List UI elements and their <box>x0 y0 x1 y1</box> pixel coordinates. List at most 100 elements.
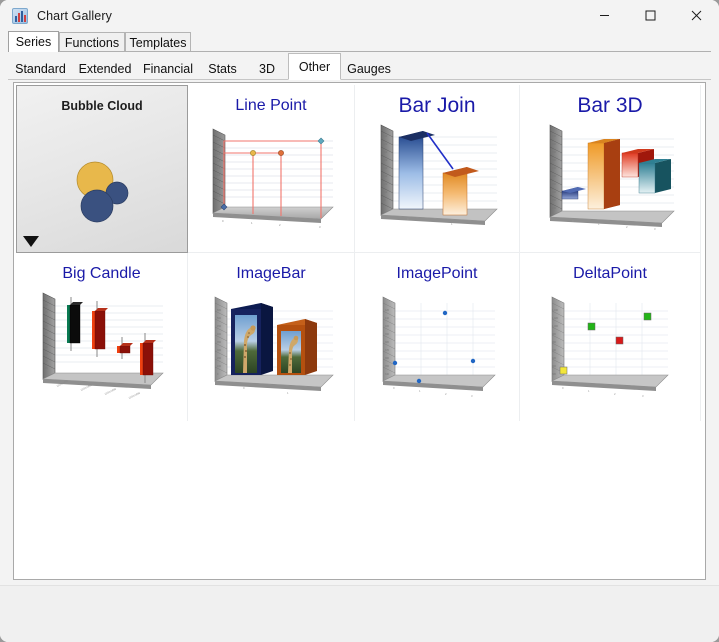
gallery-panel[interactable]: Bubble Cloud Line Point 1.21 1.20 1.19 1… <box>13 82 706 580</box>
gallery-item-title: Bar Join <box>398 94 476 117</box>
svg-text:450: 450 <box>552 167 557 170</box>
svg-text:900: 900 <box>552 365 557 368</box>
svg-text:420: 420 <box>385 309 390 312</box>
tab-3d[interactable]: 3D <box>246 58 288 80</box>
svg-text:500: 500 <box>552 159 557 162</box>
svg-text:360: 360 <box>385 357 390 360</box>
thumbnail-image-point: 420 410 400 390 380 370 360 350 340 0 1 2 3 <box>355 285 519 417</box>
tab-gauges[interactable]: Gauges <box>341 58 397 80</box>
gallery-item-bubble-cloud[interactable]: Bubble Cloud <box>16 85 188 253</box>
svg-text:200: 200 <box>217 357 222 360</box>
svg-text:1,020: 1,020 <box>552 317 559 320</box>
close-button[interactable] <box>673 0 719 31</box>
window-title: Chart Gallery <box>37 8 112 23</box>
svg-text:300: 300 <box>217 349 222 352</box>
footer-bar: 3D Smooth Opera OK Cancel <box>0 585 719 642</box>
svg-text:2: 2 <box>279 223 281 227</box>
tab-templates-label: Templates <box>129 35 187 50</box>
tab-financial[interactable]: Financial <box>137 58 199 80</box>
svg-text:380: 380 <box>385 341 390 344</box>
secondary-tab-underline <box>8 79 711 80</box>
svg-text:920: 920 <box>552 357 557 360</box>
thumbnail-line-point: 1.21 1.20 1.19 1.18 1.17 1.16 1.15 1.14 1.13 0… <box>188 117 354 249</box>
thumbnail-bar-join: 240 220 200 180 160 140 120 100 80 01 <box>355 117 519 249</box>
tab-templates[interactable]: Templates <box>125 32 191 52</box>
svg-text:240: 240 <box>383 135 388 138</box>
svg-text:600: 600 <box>552 143 557 146</box>
minimize-button[interactable] <box>581 0 627 31</box>
svg-text:2: 2 <box>614 392 616 396</box>
gallery-item-title: Bar 3D <box>577 94 643 117</box>
svg-text:1: 1 <box>588 389 590 393</box>
gallery-item-bar-join[interactable]: Bar Join 240 220 200 180 160 140 120 100… <box>355 85 520 253</box>
svg-text:160: 160 <box>383 167 388 170</box>
svg-text:450: 450 <box>217 325 222 328</box>
svg-text:340: 340 <box>385 373 390 376</box>
svg-text:100: 100 <box>383 191 388 194</box>
gallery-item-bar-3d[interactable]: Bar 3D 650 600 550 500 450 400 350 300 2… <box>520 85 701 253</box>
window-controls <box>581 0 719 31</box>
gallery-item-big-candle[interactable]: Big Candle 90 85 80 75 70 65 60 55 50 45… <box>16 253 188 421</box>
svg-text:0: 0 <box>393 386 395 390</box>
gallery-item-title: Bubble Cloud <box>61 99 143 113</box>
tab-series[interactable]: Series <box>8 31 59 52</box>
tab-other[interactable]: Other <box>288 53 341 80</box>
tab-stats[interactable]: Stats <box>199 58 246 80</box>
svg-text:880: 880 <box>552 373 557 376</box>
svg-text:400: 400 <box>385 325 390 328</box>
svg-text:0: 0 <box>562 386 564 390</box>
thumbnail-delta-point: 1,040 1,020 1,000 980 960 940 920 900 880 0 1 2 3 <box>520 285 700 417</box>
svg-text:350: 350 <box>217 341 222 344</box>
svg-text:650: 650 <box>552 135 557 138</box>
svg-text:1.16: 1.16 <box>215 173 221 177</box>
gallery-item-title: Line Point <box>235 97 307 114</box>
gallery-item-title: DeltaPoint <box>573 265 647 282</box>
gallery-item-title: Big Candle <box>62 265 141 282</box>
tab-standard-label: Standard <box>15 62 66 76</box>
svg-text:100: 100 <box>217 365 222 368</box>
maximize-button[interactable] <box>627 0 673 31</box>
svg-text:2: 2 <box>626 225 628 229</box>
primary-tab-strip: Series Functions Templates <box>8 31 711 52</box>
svg-text:390: 390 <box>385 333 390 336</box>
svg-text:200: 200 <box>383 151 388 154</box>
svg-text:1.19: 1.19 <box>215 152 221 156</box>
gallery-item-line-point[interactable]: Line Point 1.21 1.20 1.19 1.18 1.17 1.16… <box>188 85 355 253</box>
svg-text:400: 400 <box>217 333 222 336</box>
svg-text:350: 350 <box>552 183 557 186</box>
tab-financial-label: Financial <box>142 62 194 76</box>
tab-gauges-label: Gauges <box>347 62 391 76</box>
chart-gallery-window: Chart Gallery Series Functions Templates <box>0 0 719 642</box>
svg-text:1: 1 <box>419 389 421 393</box>
svg-text:120: 120 <box>383 183 388 186</box>
gallery-item-delta-point[interactable]: DeltaPoint 1,040 1,020 1,000 980 960 940… <box>520 253 701 421</box>
secondary-tab-strip: Standard Extended Financial Stats 3D Oth… <box>8 52 711 80</box>
svg-text:140: 140 <box>383 175 388 178</box>
tab-extended-label: Extended <box>78 62 132 76</box>
svg-text:300: 300 <box>552 191 557 194</box>
svg-text:1.21: 1.21 <box>215 138 221 142</box>
svg-text:940: 940 <box>552 349 557 352</box>
svg-text:600: 600 <box>217 309 222 312</box>
svg-text:220: 220 <box>383 143 388 146</box>
gallery-item-image-point[interactable]: ImagePoint 420 410 400 390 380 370 360 3… <box>355 253 520 421</box>
svg-text:1.14: 1.14 <box>215 187 221 191</box>
svg-text:3: 3 <box>319 225 321 229</box>
thumbnail-big-candle: 90 85 80 75 70 65 60 55 50 45 12/31/1899 12/31… <box>16 285 187 417</box>
svg-text:180: 180 <box>383 159 388 162</box>
tab-functions-label: Functions <box>64 35 120 50</box>
svg-text:410: 410 <box>385 317 390 320</box>
svg-text:1.13: 1.13 <box>215 194 221 198</box>
thumbnail-bubble-cloud <box>17 118 187 250</box>
svg-text:1: 1 <box>251 221 253 225</box>
tab-extended[interactable]: Extended <box>73 58 137 80</box>
svg-text:1: 1 <box>287 391 289 395</box>
svg-text:1.15: 1.15 <box>215 180 221 184</box>
svg-text:250: 250 <box>552 199 557 202</box>
gallery-item-image-bar[interactable]: ImageBar 600 500 450 400 350 300 200 100… <box>188 253 355 421</box>
tab-standard[interactable]: Standard <box>8 58 73 80</box>
svg-text:1.18: 1.18 <box>215 159 221 163</box>
title-bar: Chart Gallery <box>0 0 719 31</box>
tab-series-label: Series <box>15 35 52 49</box>
tab-functions[interactable]: Functions <box>59 32 125 52</box>
